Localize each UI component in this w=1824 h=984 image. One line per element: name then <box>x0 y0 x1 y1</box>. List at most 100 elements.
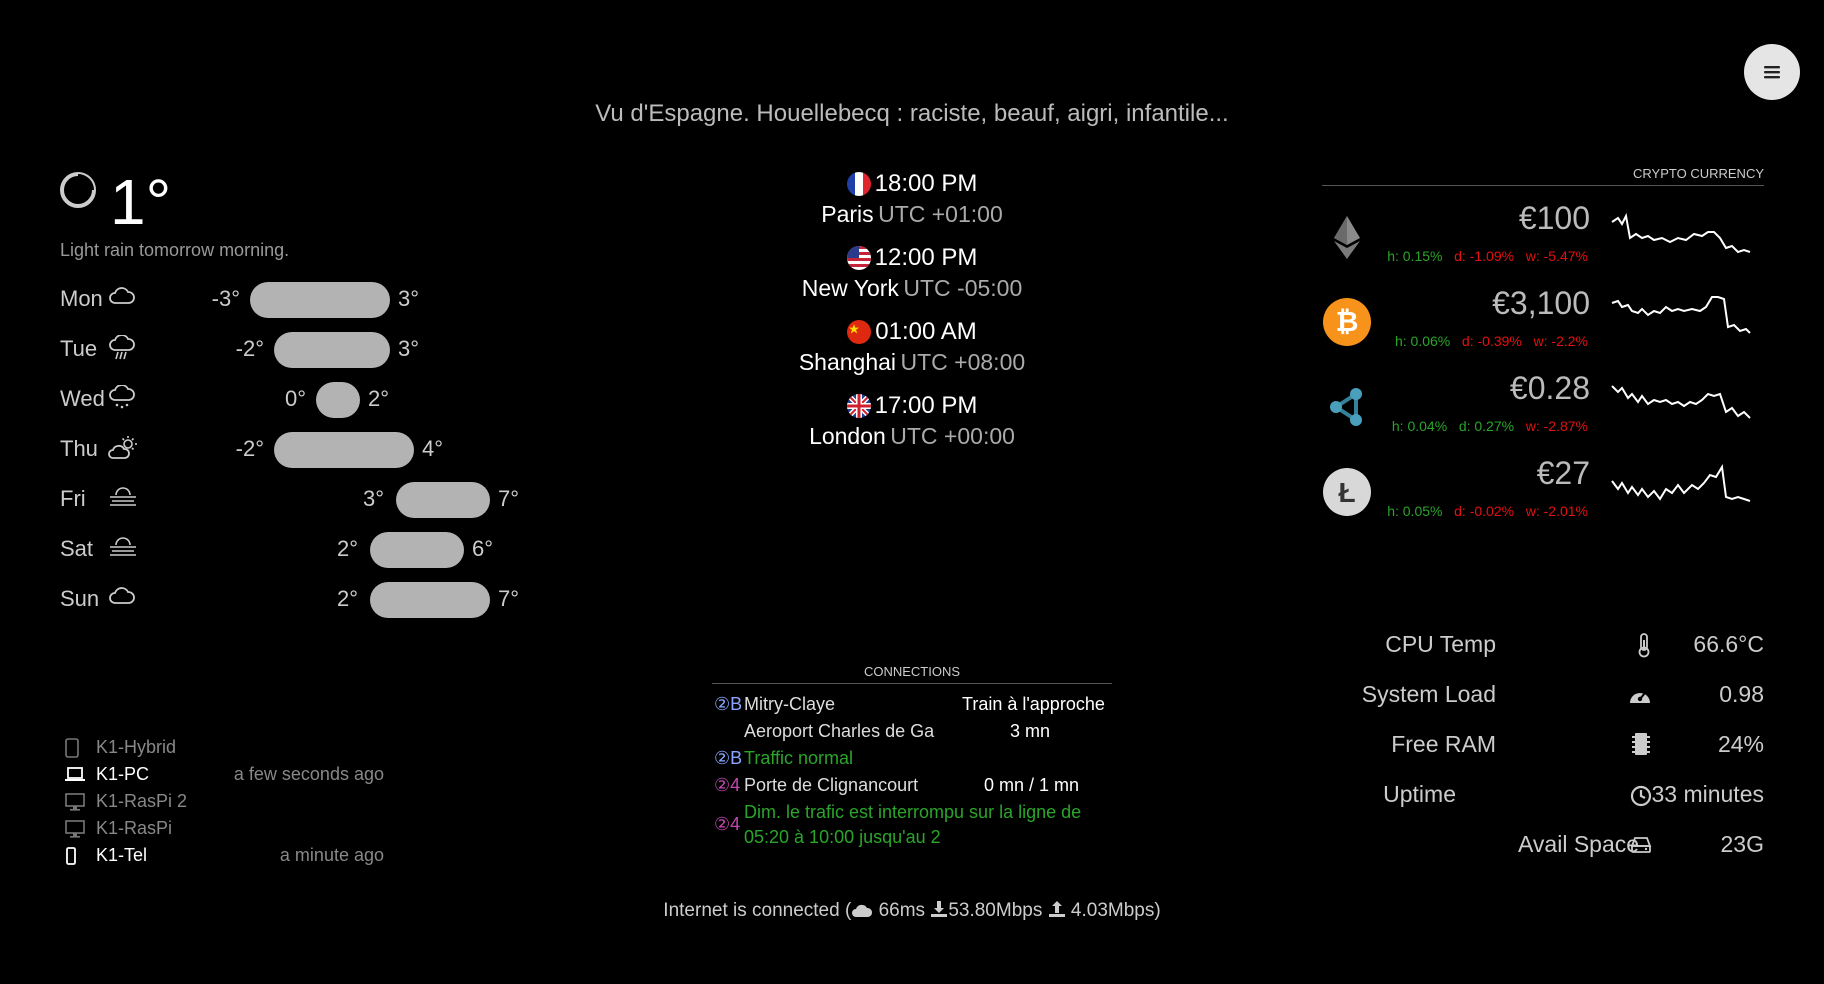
stop-name: Aeroport Charles de Ga <box>744 721 935 741</box>
temperature-range-bar <box>370 532 464 568</box>
system-load-label: System Load <box>1361 681 1496 707</box>
device-name: K1-PC <box>96 764 150 784</box>
avail-space-label: Avail Space <box>1518 831 1640 857</box>
connections-header: CONNECTIONS <box>712 664 1112 684</box>
uptime-label: Uptime <box>1383 781 1456 807</box>
forecast-max-temp: 6° <box>472 536 494 561</box>
system-load-value: 0.98 <box>1719 681 1764 707</box>
device-row: K1-RasPi 2 <box>64 790 384 814</box>
clock-time: 17:00 PM <box>874 392 978 419</box>
download-icon <box>930 900 948 918</box>
device-row: K1-Tel a minute ago <box>64 844 384 868</box>
coin-price: €3,100 <box>1492 285 1590 321</box>
memory-icon <box>1632 733 1650 755</box>
thermometer-icon <box>1638 633 1650 658</box>
coin-price: €0.28 <box>1509 370 1590 406</box>
coin-changes: h: 0.04% d: 0.27% w: -2.87% <box>1392 418 1588 434</box>
coin-change-hour: h: 0.15% <box>1387 248 1443 264</box>
clock-utc-offset: UTC +01:00 <box>878 201 1003 227</box>
gauge-icon <box>1630 692 1650 703</box>
crypto-header: CRYPTO CURRENCY <box>1322 166 1764 186</box>
cloud-icon <box>108 585 136 607</box>
avail-space-value: 23G <box>1720 831 1764 857</box>
line-4-badge: ②4 <box>714 775 741 795</box>
hard-drive-icon <box>1630 837 1652 853</box>
device-last-seen: a few seconds ago <box>233 764 384 784</box>
forecast-row: Sun 2° 7° <box>60 580 519 620</box>
uk-flag-icon <box>846 394 871 418</box>
price-sparkline <box>1611 212 1751 254</box>
bitcoin-icon: ₿ <box>1322 297 1372 347</box>
forecast-day: Fri <box>60 486 86 511</box>
upload-icon <box>1048 900 1066 918</box>
monitor-icon <box>64 792 86 812</box>
tablet-icon <box>64 738 80 758</box>
price-sparkline <box>1611 385 1751 419</box>
device-name: K1-RasPi 2 <box>96 791 188 811</box>
coin-changes: h: 0.15% d: -1.09% w: -5.47% <box>1387 248 1588 264</box>
forecast-day: Sat <box>60 536 94 561</box>
coin-change-week: w: -5.47% <box>1525 248 1588 264</box>
clock-time: 18:00 PM <box>874 170 978 197</box>
clock-city: Shanghai <box>798 349 897 375</box>
coin-change-week: w: -2.87% <box>1525 418 1588 434</box>
stop-name: Porte de Clignancourt <box>744 775 919 795</box>
laptop-icon <box>64 765 86 783</box>
clock-utc-offset: UTC +00:00 <box>890 423 1015 449</box>
forecast-max-temp: 7° <box>498 586 520 611</box>
china-flag-icon <box>847 320 872 344</box>
line-b-badge: ②B <box>714 748 743 768</box>
forecast-row: Sat 2° 6° <box>60 530 493 570</box>
line-4-badge: ②4 <box>714 814 741 834</box>
ethereum-icon <box>1322 212 1372 262</box>
forecast-min-temp: 2° <box>336 536 358 561</box>
menu-button[interactable] <box>1744 44 1800 100</box>
clock-city: Paris <box>821 201 874 227</box>
device-name: K1-RasPi <box>96 818 173 838</box>
device-name: K1-Hybrid <box>96 737 177 757</box>
internet-status-text: Internet is connected ( <box>663 900 852 921</box>
temperature-range-bar <box>396 482 490 518</box>
forecast-min-temp: 2° <box>336 586 358 611</box>
clock-utc-offset: UTC -05:00 <box>903 275 1023 301</box>
free-ram-label: Free RAM <box>1391 731 1496 757</box>
fog-icon <box>108 535 138 557</box>
forecast-row: Fri 3° 7° <box>60 480 519 520</box>
forecast-min-temp: 3° <box>362 486 384 511</box>
forecast-max-temp: 7° <box>498 486 520 511</box>
coin-change-week: w: -2.01% <box>1525 503 1588 519</box>
stop-status: 3 mn <box>1010 721 1051 741</box>
ping-value: 66ms <box>878 900 926 921</box>
litecoin-icon: Ł <box>1322 467 1372 517</box>
monitor-icon <box>64 819 86 839</box>
cpu-temp-label: CPU Temp <box>1385 631 1496 657</box>
clock-city: New York <box>801 275 899 301</box>
download-speed: 53.80Mbps <box>948 900 1043 921</box>
clock-icon <box>1630 785 1652 807</box>
device-row: K1-Hybrid <box>64 736 384 760</box>
price-sparkline <box>1611 296 1751 334</box>
free-ram-value: 24% <box>1717 731 1764 757</box>
clock-city: London <box>809 423 886 449</box>
ripple-icon <box>1322 382 1372 432</box>
device-last-seen: a minute ago <box>279 845 384 865</box>
traffic-info: 05:20 à 10:00 jusqu'au 2 <box>744 827 941 847</box>
uptime-value: 33 minutes <box>1651 781 1764 807</box>
svg-text:Ł: Ł <box>1338 477 1355 508</box>
svg-text:₿: ₿ <box>1336 306 1359 337</box>
coin-price: €100 <box>1518 200 1590 236</box>
coin-changes: h: 0.05% d: -0.02% w: -2.01% <box>1387 503 1588 519</box>
coin-price: €27 <box>1536 455 1590 491</box>
traffic-info: Dim. le trafic est interrompu sur la lig… <box>744 802 1082 822</box>
clock-utc-offset: UTC +08:00 <box>900 349 1026 375</box>
stop-status: Train à l'approche <box>962 694 1105 714</box>
coin-changes: h: 0.06% d: -0.39% w: -2.2% <box>1395 333 1588 349</box>
temperature-range-bar <box>370 582 490 618</box>
coin-change-day: d: -0.02% <box>1454 503 1515 519</box>
france-flag-icon <box>846 172 871 196</box>
coin-change-day: d: -0.39% <box>1461 333 1522 349</box>
coin-change-day: d: -1.09% <box>1454 248 1515 264</box>
cpu-temp-value: 66.6°C <box>1693 631 1764 657</box>
coin-change-week: w: -2.2% <box>1533 333 1588 349</box>
forecast-day: Sun <box>60 586 100 611</box>
